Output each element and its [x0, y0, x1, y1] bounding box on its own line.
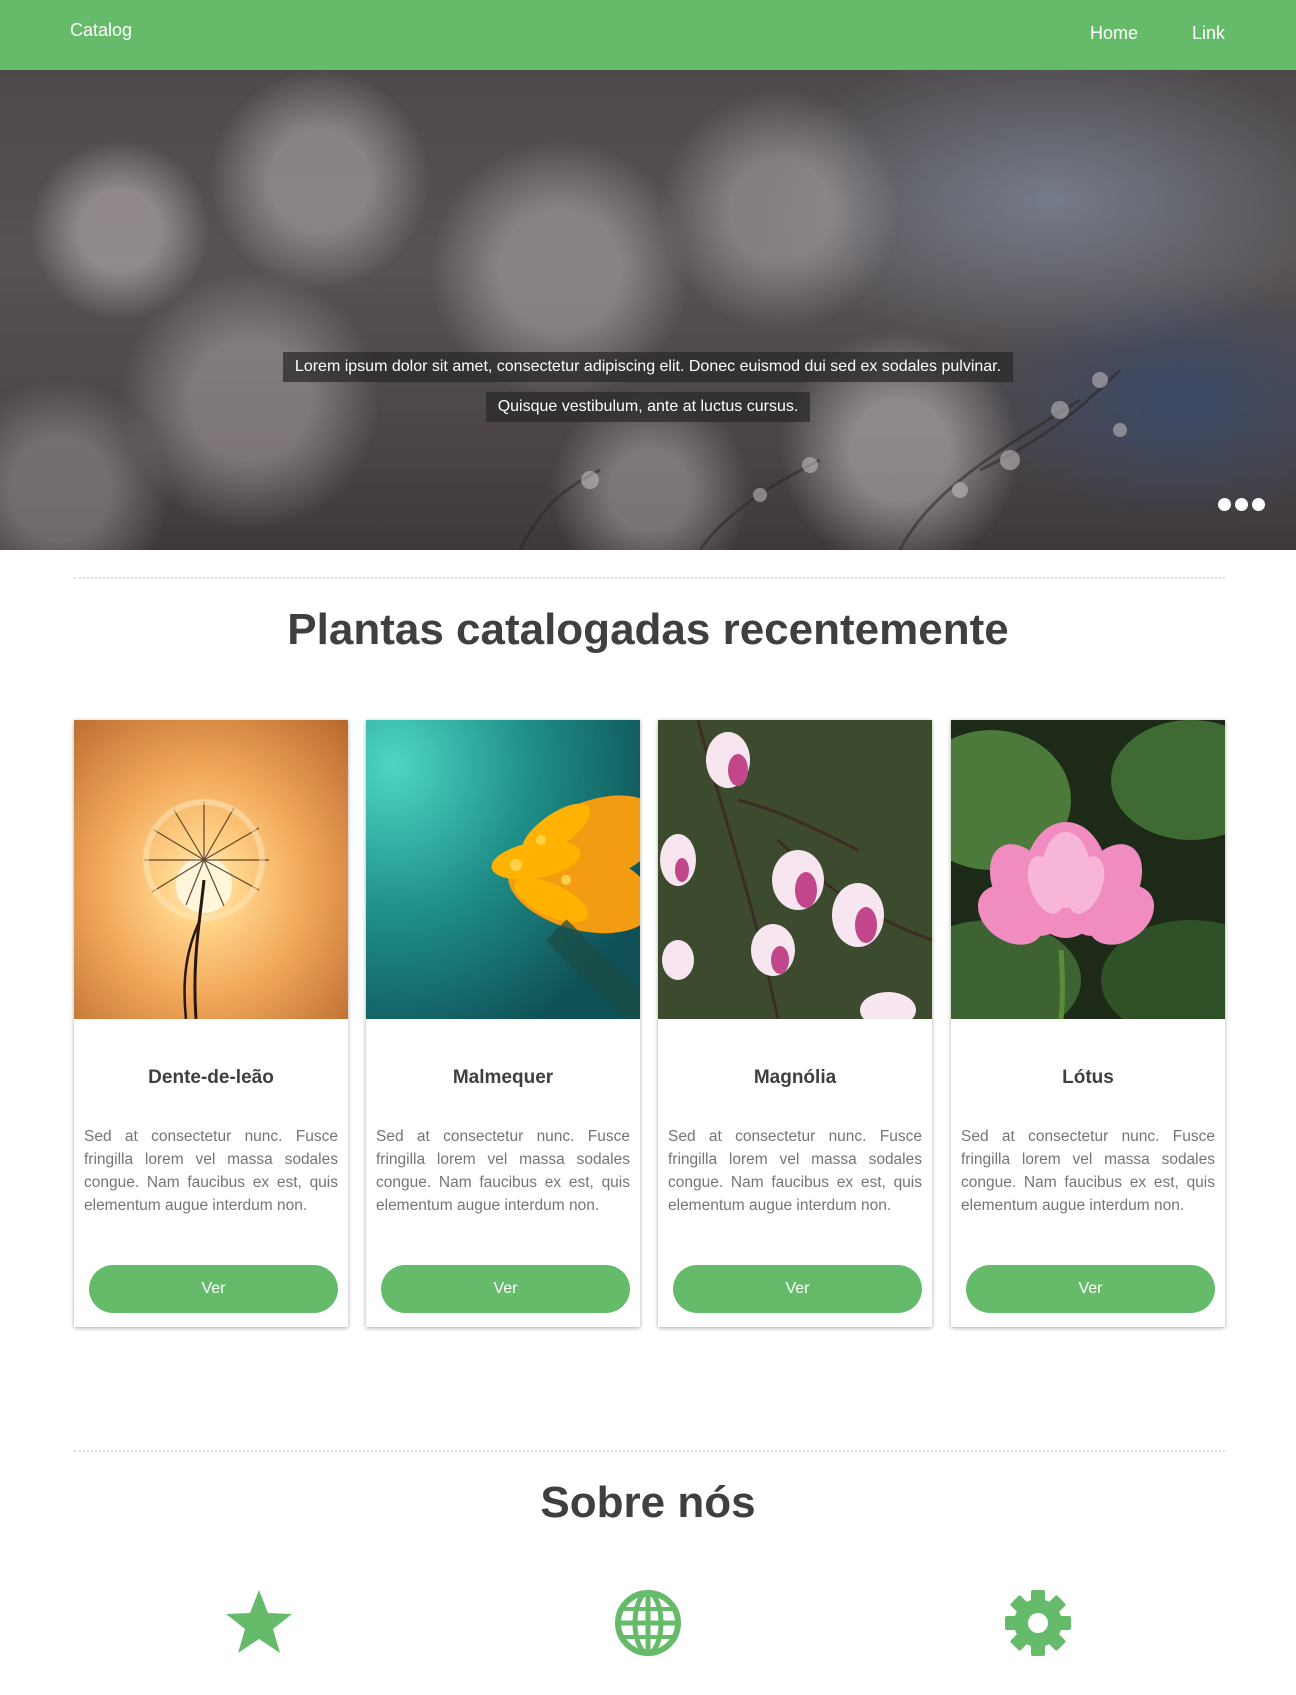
lotus-image — [951, 720, 1225, 1019]
recent-plants-title: Plantas catalogadas recentemente — [287, 605, 1009, 654]
navbar: Catalog Home Link — [0, 0, 1296, 70]
plant-card-description: Sed at consectetur nunc. Fusce fringilla… — [84, 1128, 338, 1214]
plant-card: Dente-de-leão Sed at consectetur nunc. F… — [74, 720, 348, 1327]
view-plant-button[interactable]: Ver — [673, 1265, 922, 1313]
marigold-image — [366, 720, 640, 1019]
section-divider — [74, 577, 1225, 579]
dandelion-image — [74, 720, 348, 1019]
hero-caption-line-1: Lorem ipsum dolor sit amet, consectetur … — [282, 352, 1014, 382]
plant-card-name: Dente-de-leão — [148, 1067, 274, 1088]
globe-icon — [615, 1590, 681, 1656]
plant-card-name: Malmequer — [452, 1067, 554, 1088]
magnolia-image — [658, 720, 932, 1019]
brand-link[interactable]: Catalog — [70, 20, 132, 41]
carousel-indicator-2[interactable] — [1235, 498, 1248, 511]
plant-card-description: Sed at consectetur nunc. Fusce fringilla… — [668, 1128, 922, 1214]
carousel-indicator-1[interactable] — [1218, 498, 1231, 511]
plant-card: Magnólia Sed at consectetur nunc. Fusce … — [658, 720, 932, 1327]
carousel-indicators — [1218, 498, 1269, 516]
star-icon — [226, 1590, 292, 1653]
plant-card-description: Sed at consectetur nunc. Fusce fringilla… — [961, 1128, 1215, 1214]
about-us-title: Sobre nós — [540, 1478, 756, 1527]
hero-carousel: Lorem ipsum dolor sit amet, consectetur … — [0, 70, 1296, 550]
plant-card-description: Sed at consectetur nunc. Fusce fringilla… — [376, 1128, 630, 1214]
plant-card: Malmequer Sed at consectetur nunc. Fusce… — [366, 720, 640, 1327]
plant-card-name: Lótus — [1062, 1067, 1114, 1088]
plant-card: Lótus Sed at consectetur nunc. Fusce fri… — [951, 720, 1225, 1327]
view-plant-button[interactable]: Ver — [381, 1265, 630, 1313]
nav-link-link[interactable]: Link — [1192, 23, 1225, 44]
carousel-indicator-3[interactable] — [1252, 498, 1265, 511]
view-plant-button[interactable]: Ver — [89, 1265, 338, 1313]
gear-icon — [1005, 1590, 1071, 1656]
section-divider — [74, 1450, 1225, 1452]
nav-link-home[interactable]: Home — [1090, 23, 1138, 44]
plant-card-name: Magnólia — [753, 1067, 837, 1088]
view-plant-button[interactable]: Ver — [966, 1265, 1215, 1313]
hero-caption-line-2: Quisque vestibulum, ante at luctus cursu… — [485, 392, 811, 422]
